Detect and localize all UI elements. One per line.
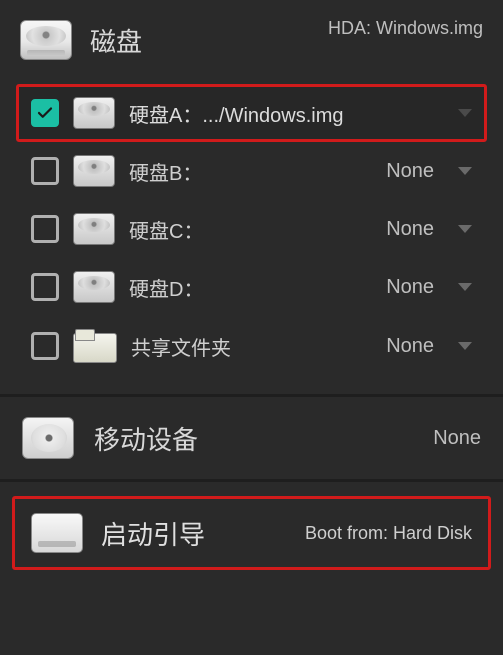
disk-section-header: 磁盘 HDA: Windows.img — [0, 0, 503, 78]
chevron-down-icon[interactable] — [458, 283, 472, 291]
disk-label-hdb: 硬盘B： — [129, 157, 202, 186]
disk-label-hda: 硬盘A：.../Windows.img — [129, 99, 434, 128]
disk-row-hdb[interactable]: 硬盘B： None — [16, 142, 487, 200]
disk-checkbox-shared[interactable] — [31, 332, 59, 360]
hard-disk-icon — [73, 97, 115, 129]
boot-section: 启动引导 Boot from: Hard Disk — [0, 496, 503, 570]
chevron-down-icon[interactable] — [458, 109, 472, 117]
removable-row[interactable]: 移动设备 None — [0, 397, 503, 479]
chevron-down-icon[interactable] — [458, 167, 472, 175]
check-icon — [36, 104, 54, 122]
boot-row[interactable]: 启动引导 Boot from: Hard Disk — [12, 496, 491, 570]
disk-checkbox-hdd[interactable] — [31, 273, 59, 301]
hard-disk-icon — [73, 213, 115, 245]
chevron-down-icon[interactable] — [458, 225, 472, 233]
disk-value-hdb: None — [216, 160, 434, 183]
hard-disk-icon — [73, 155, 115, 187]
removable-section: 移动设备 None — [0, 397, 503, 482]
hard-disk-icon — [73, 271, 115, 303]
boot-disk-icon — [31, 513, 83, 553]
disk-row-hda[interactable]: 硬盘A：.../Windows.img — [16, 84, 487, 142]
boot-value: Boot from: Hard Disk — [223, 523, 472, 544]
optical-drive-icon — [22, 417, 74, 459]
boot-title: 启动引导 — [101, 515, 205, 552]
disk-row-hdd[interactable]: 硬盘D： None — [16, 258, 487, 316]
removable-title: 移动设备 — [94, 420, 198, 457]
disk-row-hdc[interactable]: 硬盘C： None — [16, 200, 487, 258]
disk-section: 磁盘 HDA: Windows.img 硬盘A：.../Windows.img … — [0, 0, 503, 397]
disk-value-shared: None — [245, 335, 434, 358]
disk-section-title: 磁盘 — [90, 22, 142, 59]
disk-value-hdc: None — [217, 218, 434, 241]
chevron-down-icon[interactable] — [458, 342, 472, 350]
disk-label-hdd: 硬盘D： — [129, 273, 203, 302]
folder-icon — [73, 329, 117, 363]
disk-value-hdd: None — [217, 276, 434, 299]
disk-row-shared-folder[interactable]: 共享文件夹 None — [16, 316, 487, 376]
disk-label-shared: 共享文件夹 — [131, 332, 231, 361]
disk-section-hint: HDA: Windows.img — [328, 18, 483, 39]
disk-checkbox-hdc[interactable] — [31, 215, 59, 243]
hard-disk-icon — [18, 16, 74, 64]
disk-rows: 硬盘A：.../Windows.img 硬盘B： None 硬盘C： None — [0, 78, 503, 394]
removable-value: None — [218, 427, 481, 450]
disk-checkbox-hda[interactable] — [31, 99, 59, 127]
disk-label-hdc: 硬盘C： — [129, 215, 203, 244]
disk-checkbox-hdb[interactable] — [31, 157, 59, 185]
